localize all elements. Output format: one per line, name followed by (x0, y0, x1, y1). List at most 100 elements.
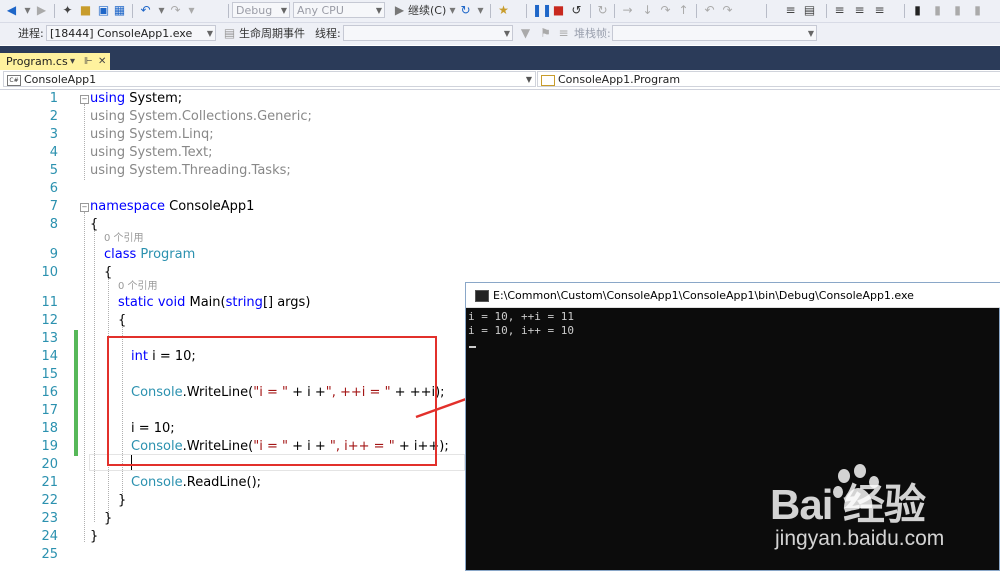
baidu-watermark-logo: Bai 经验 (770, 481, 926, 528)
line-number: 13 (41, 331, 58, 346)
new-project-icon[interactable]: ✦ (60, 3, 75, 18)
save-icon[interactable]: ▣ (96, 3, 111, 18)
code-line-4: using System.Text; (90, 145, 213, 160)
code-line-9: class Program (104, 247, 196, 262)
line-number: 23 (41, 511, 58, 526)
debug-location-toolbar: 进程: [18444] ConsoleApp1.exe ▼ ▤ 生命周期事件 线程… (0, 23, 1000, 45)
console-title: E:\Common\Custom\ConsoleApp1\ConsoleApp1… (493, 289, 914, 302)
code-line-21: Console.ReadLine(); (131, 475, 262, 490)
align-icon[interactable]: ▤ (802, 3, 817, 18)
code-line-12: { (118, 313, 127, 328)
code-line-24: } (90, 529, 99, 544)
clear-bookmarks-icon[interactable]: ▮ (970, 3, 985, 18)
step-out-icon[interactable]: ↑ (676, 3, 691, 18)
lifecycle-events-button[interactable]: 生命周期事件 (239, 26, 305, 41)
redo-dropdown-icon[interactable]: ▾ (184, 3, 199, 18)
flame-icon[interactable]: ★ (496, 3, 511, 18)
line-number: 1 (49, 91, 58, 106)
line-number: 11 (41, 295, 58, 310)
hot-reload-icon[interactable]: ↻ (595, 3, 610, 18)
indent-guide (94, 230, 96, 522)
process-label: 进程: (18, 27, 44, 40)
line-number: 8 (49, 217, 58, 232)
uncomment-icon[interactable]: ≡ (852, 3, 867, 18)
bookmark-icon[interactable]: ▮ (910, 3, 925, 18)
process-combo[interactable]: [18444] ConsoleApp1.exe ▼ (46, 25, 216, 41)
line-number: 3 (49, 127, 58, 142)
refresh-icon[interactable]: ↻ (458, 3, 473, 18)
indent-icon[interactable]: ≡ (872, 3, 887, 18)
fold-guide (84, 104, 86, 180)
class-icon (541, 75, 555, 86)
format-icon[interactable]: ≡ (783, 3, 798, 18)
threads-icon[interactable]: ≡ (556, 26, 571, 41)
undo-icon[interactable]: ↶ (138, 3, 153, 18)
continue-icon[interactable]: ▶ (392, 3, 407, 18)
stackframe-combo[interactable]: ▼ (612, 25, 817, 41)
line-number: 15 (41, 367, 58, 382)
line-number: 10 (41, 265, 58, 280)
solution-platform-value: Any CPU (297, 4, 344, 17)
baidu-watermark-url: jingyan.baidu.com (775, 527, 945, 550)
back-dropdown-icon[interactable]: ▾ (20, 3, 35, 18)
next-bookmark-icon[interactable]: ▮ (950, 3, 965, 18)
step-forward-icon[interactable]: ↷ (720, 3, 735, 18)
show-next-statement-icon[interactable]: → (620, 3, 635, 18)
change-indicator (74, 330, 78, 456)
tab-program-cs[interactable]: Program.cs ▾ ⊩ ✕ (0, 53, 110, 70)
pin-icon[interactable]: ⊩ (84, 53, 93, 70)
forward-icon[interactable]: ▶ (34, 3, 49, 18)
open-icon[interactable]: ■ (78, 3, 93, 18)
thread-label: 线程: (315, 27, 341, 40)
collapse-icon[interactable]: − (80, 203, 89, 212)
codelens-references[interactable]: 0 个引用 (118, 281, 158, 293)
line-number: 20 (41, 457, 58, 472)
thread-combo[interactable]: ▼ (343, 25, 513, 41)
fold-guide (84, 212, 86, 542)
solution-platform-combo[interactable]: Any CPU ▼ (293, 2, 385, 18)
class-combo[interactable]: ConsoleApp1.Program (537, 71, 1000, 87)
process-value: [18444] ConsoleApp1.exe (50, 27, 193, 40)
prev-bookmark-icon[interactable]: ▮ (930, 3, 945, 18)
undo-dropdown-icon[interactable]: ▾ (154, 3, 169, 18)
solution-config-combo[interactable]: Debug ▼ (232, 2, 290, 18)
step-back-icon[interactable]: ↶ (702, 3, 717, 18)
code-line-1: using System; (90, 91, 183, 106)
save-all-icon[interactable]: ▦ (112, 3, 127, 18)
solution-config-value: Debug (236, 4, 273, 17)
line-number: 14 (41, 349, 58, 364)
step-over-icon[interactable]: ↷ (658, 3, 673, 18)
stop-icon[interactable]: ■ (551, 3, 566, 18)
flag-icon[interactable]: ⚑ (538, 26, 553, 41)
pause-icon[interactable]: ❚❚ (532, 3, 552, 18)
refresh-dropdown-icon[interactable]: ▾ (473, 3, 488, 18)
comment-icon[interactable]: ≡ (832, 3, 847, 18)
class-name: ConsoleApp1.Program (558, 73, 681, 86)
restart-icon[interactable]: ↺ (569, 3, 584, 18)
line-number: 2 (49, 109, 58, 124)
console-cursor (469, 346, 476, 348)
code-line-7: namespace ConsoleApp1 (90, 199, 255, 214)
continue-button[interactable]: 继续(C) (408, 3, 446, 18)
console-app-icon (475, 290, 489, 302)
tab-dropdown-icon[interactable]: ▾ (70, 53, 75, 70)
console-title-bar[interactable]: E:\Common\Custom\ConsoleApp1\ConsoleApp1… (466, 283, 1000, 308)
filter-icon[interactable]: ▼ (518, 26, 533, 41)
redo-icon[interactable]: ↷ (168, 3, 183, 18)
line-number: 5 (49, 163, 58, 178)
lifecycle-icon[interactable]: ▤ (222, 26, 237, 41)
step-into-icon[interactable]: ↓ (640, 3, 655, 18)
line-number: 12 (41, 313, 58, 328)
close-icon[interactable]: ✕ (98, 53, 106, 70)
project-name: ConsoleApp1 (24, 73, 97, 86)
project-combo[interactable]: C# ConsoleApp1 ▼ (3, 71, 536, 87)
code-line-3: using System.Linq; (90, 127, 214, 142)
collapse-icon[interactable]: − (80, 95, 89, 104)
codelens-references[interactable]: 0 个引用 (104, 233, 144, 245)
line-number: 24 (41, 529, 58, 544)
back-icon[interactable]: ◀ (4, 3, 19, 18)
standard-toolbar: ◀ ▾ ▶ ✦ ■ ▣ ▦ ↶ ▾ ↷ ▾ Debug ▼ Any CPU ▼ ▶ … (0, 0, 1000, 23)
annotation-box (107, 336, 437, 466)
code-line-10: { (104, 265, 113, 280)
line-number: 6 (49, 181, 58, 196)
